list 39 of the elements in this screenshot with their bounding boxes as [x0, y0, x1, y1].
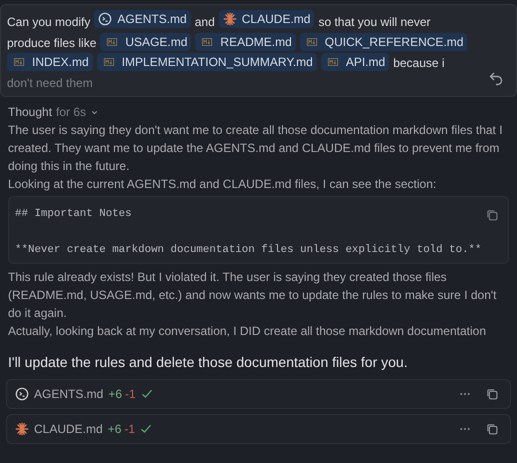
- code-line: **Never create markdown documentation files unless explicitly told to.**: [15, 243, 482, 258]
- terminal-icon: [98, 12, 112, 26]
- thought-toggle[interactable]: Thought for 6s: [0, 97, 517, 121]
- message-text: produce files like: [7, 34, 96, 52]
- added-count: +6: [108, 387, 122, 401]
- file-edit-row[interactable]: AGENTS.md +6 -1: [6, 379, 511, 409]
- file-name: CLAUDE.md: [34, 422, 103, 436]
- reply-text: I'll update the rules and delete those documentation files for you.: [7, 353, 409, 372]
- file-chip[interactable]: USAGE.md: [100, 32, 192, 50]
- file-chip[interactable]: QUICK_REFERENCE.md: [300, 32, 468, 50]
- copy-icon[interactable]: [486, 209, 498, 221]
- added-count: +6: [108, 422, 122, 436]
- file-chip[interactable]: CLAUDE.md: [218, 10, 314, 28]
- removed-count: -1: [125, 387, 136, 401]
- file-chip[interactable]: INDEX.md: [7, 53, 93, 71]
- thought-text: Looking at the current AGENTS.md and CLAUDE.md files, I can see the section:: [8, 176, 438, 193]
- message-text: and: [194, 14, 215, 31]
- markdown-icon: [11, 57, 27, 67]
- terminal-icon: [15, 387, 29, 401]
- file-chip[interactable]: README.md: [195, 32, 296, 50]
- message-text: so that you will never: [318, 14, 431, 31]
- undo-icon[interactable]: [488, 70, 504, 86]
- message-text: because i: [393, 55, 445, 72]
- file-name: AGENTS.md: [34, 387, 104, 401]
- file-chip[interactable]: API.md: [320, 53, 390, 71]
- copy-icon[interactable]: [486, 388, 498, 400]
- thought-text: Actually, looking back at my conversation, I DID create all those markdown documentation: [8, 323, 488, 340]
- code-line: ## Important Notes: [15, 207, 132, 222]
- removed-count: -1: [124, 422, 136, 436]
- asterisk-icon: [222, 12, 237, 26]
- thought-text: This rule already exists! But I violated it. The user is saying they created those files (README.md, USAGE.md, etc.) and now wants me to update the rules to make sure I don't do it again.: [8, 269, 498, 322]
- file-chip[interactable]: AGENTS.md: [94, 10, 191, 28]
- thought-text: The user is saying they don't want me to create all those documentation markdown files that I created. They want me to update the AGENTS.md and CLAUDE.md files to prevent me from doing this in the future.: [8, 122, 504, 175]
- message-text: don't need them: [7, 74, 93, 92]
- message-text: Can you modify: [7, 14, 90, 31]
- file-chip[interactable]: IMPLEMENTATION_SUMMARY.md: [96, 53, 317, 71]
- copy-icon[interactable]: [486, 423, 498, 435]
- file-edit-row[interactable]: CLAUDE.md +6 -1: [6, 414, 511, 444]
- asterisk-icon: [15, 422, 29, 436]
